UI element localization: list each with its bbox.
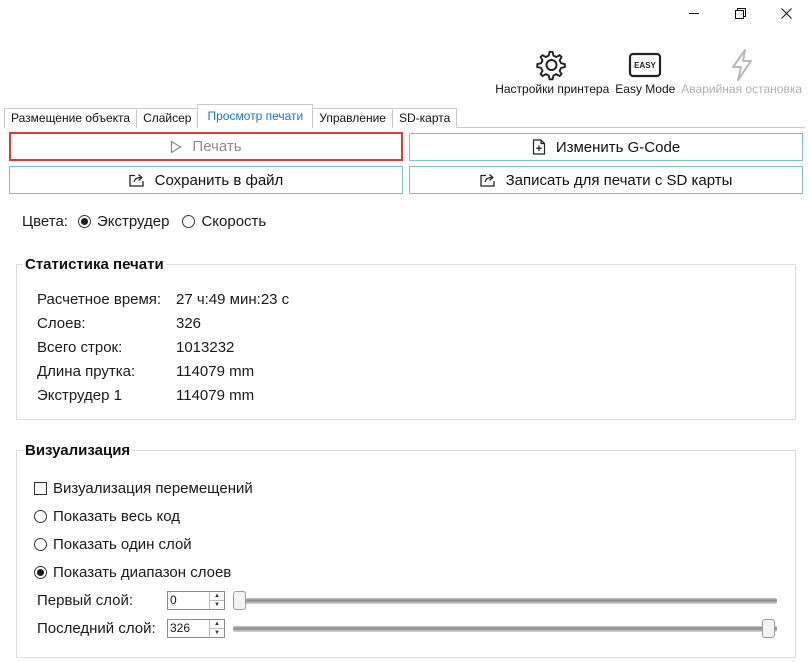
gear-icon	[536, 50, 567, 81]
easy-mode-button[interactable]: EASY Easy Mode	[612, 48, 678, 96]
stepper-up-icon[interactable]: ▲	[210, 620, 224, 629]
window-controls	[671, 0, 809, 26]
main-toolbar: Настройки принтера EASY Easy Mode Аварий…	[492, 48, 805, 100]
tab-control[interactable]: Управление	[312, 108, 393, 128]
easy-mode-icon: EASY	[629, 52, 662, 78]
printer-settings-button[interactable]: Настройки принтера	[492, 48, 612, 96]
stat-row-layers: Слоев: 326	[37, 315, 201, 332]
edit-gcode-label: Изменить G-Code	[555, 138, 681, 156]
show-all-radio[interactable]	[34, 510, 47, 523]
edit-gcode-button[interactable]: Изменить G-Code	[409, 133, 803, 161]
show-range-radio[interactable]	[34, 566, 47, 579]
first-layer-value[interactable]: 0	[168, 592, 209, 609]
emergency-stop-button[interactable]: Аварийная остановка	[678, 48, 805, 96]
stat-key: Слоев:	[37, 315, 86, 332]
easy-mode-label: Easy Mode	[615, 82, 676, 96]
stat-key: Расчетное время:	[37, 291, 162, 308]
stat-value: 114079 mm	[176, 363, 255, 380]
stepper-up-icon[interactable]: ▲	[210, 592, 224, 601]
play-icon	[171, 140, 182, 153]
restore-button[interactable]	[717, 0, 763, 26]
show-one-option[interactable]: Показать один слой	[34, 536, 192, 553]
show-range-label[interactable]: Показать диапазон слоев	[53, 564, 231, 581]
speed-radio-label[interactable]: Скорость	[201, 213, 266, 230]
stat-row-filament: Длина прутка: 114079 mm	[37, 363, 254, 380]
show-range-option[interactable]: Показать диапазон слоев	[34, 564, 231, 581]
speed-radio[interactable]	[182, 215, 196, 228]
export-icon	[129, 174, 144, 187]
slider-track	[233, 626, 777, 632]
show-one-radio[interactable]	[34, 538, 47, 551]
save-file-button[interactable]: Сохранить в файл	[9, 166, 403, 194]
restore-icon	[734, 7, 746, 19]
write-sd-label: Записать для печати с SD карты	[505, 171, 733, 189]
show-one-label[interactable]: Показать один слой	[53, 536, 192, 553]
last-layer-value[interactable]: 326	[168, 620, 209, 637]
write-sd-button[interactable]: Записать для печати с SD карты	[409, 166, 803, 194]
stat-row-extruder1: Экструдер 1 114079 mm	[37, 387, 254, 404]
stat-row-lines: Всего строк: 1013232	[37, 339, 234, 356]
edit-file-icon	[532, 139, 545, 155]
last-layer-stepper[interactable]: 326 ▲ ▼	[167, 619, 225, 638]
stat-value: 1013232	[176, 339, 235, 356]
minimize-icon	[689, 13, 699, 14]
stepper-down-icon[interactable]: ▼	[210, 629, 224, 637]
last-layer-row: Последний слой: 326 ▲ ▼	[37, 619, 225, 638]
extruder-radio[interactable]	[77, 215, 91, 228]
stat-key: Длина прутка:	[37, 363, 136, 380]
stat-value: 326	[176, 315, 202, 332]
stat-key: Всего строк:	[37, 339, 123, 356]
slider-thumb[interactable]	[233, 591, 246, 610]
visualization-title: Визуализация	[25, 442, 131, 459]
slider-track	[233, 598, 777, 604]
tab-object-placement[interactable]: Размещение объекта	[4, 108, 138, 128]
easy-badge-text: EASY	[634, 61, 656, 70]
minimize-button[interactable]	[671, 0, 717, 26]
save-file-label: Сохранить в файл	[154, 171, 284, 189]
export-icon	[479, 174, 495, 187]
lightning-icon	[731, 49, 752, 81]
show-all-label[interactable]: Показать весь код	[53, 508, 180, 525]
print-button[interactable]: Печать	[9, 132, 403, 161]
close-button[interactable]	[763, 0, 809, 26]
show-moves-checkbox[interactable]	[34, 482, 47, 495]
tab-slicer[interactable]: Слайсер	[136, 108, 199, 128]
show-moves-option[interactable]: Визуализация перемещений	[34, 480, 253, 497]
print-button-label: Печать	[192, 138, 242, 155]
first-layer-stepper[interactable]: 0 ▲ ▼	[167, 591, 225, 610]
first-layer-slider[interactable]	[233, 591, 777, 611]
stat-key: Экструдер 1	[37, 387, 123, 404]
first-layer-label: Первый слой:	[37, 592, 134, 609]
tab-bar: Размещение объекта Слайсер Просмотр печа…	[4, 104, 458, 128]
colors-selector: Цвета: Экструдер Скорость	[22, 213, 266, 230]
close-icon	[780, 7, 792, 19]
slider-thumb[interactable]	[762, 619, 775, 638]
emergency-stop-label: Аварийная остановка	[681, 82, 802, 96]
stat-row-time: Расчетное время: 27 ч:49 мин:23 с	[37, 291, 289, 308]
stepper-down-icon[interactable]: ▼	[210, 601, 224, 609]
stat-value: 114079 mm	[176, 387, 255, 404]
printer-settings-label: Настройки принтера	[495, 82, 610, 96]
show-moves-label[interactable]: Визуализация перемещений	[53, 480, 253, 497]
print-statistics-title: Статистика печати	[25, 256, 164, 273]
last-layer-label: Последний слой:	[37, 620, 156, 637]
stat-value: 27 ч:49 мин:23 с	[176, 291, 290, 308]
colors-label: Цвета:	[22, 213, 68, 230]
last-layer-slider[interactable]	[233, 619, 777, 639]
tab-sd-card[interactable]: SD-карта	[391, 108, 458, 128]
first-layer-row: Первый слой: 0 ▲ ▼	[37, 591, 225, 610]
extruder-radio-label[interactable]: Экструдер	[97, 213, 170, 230]
show-all-option[interactable]: Показать весь код	[34, 508, 180, 525]
tab-print-preview[interactable]: Просмотр печати	[197, 104, 314, 128]
